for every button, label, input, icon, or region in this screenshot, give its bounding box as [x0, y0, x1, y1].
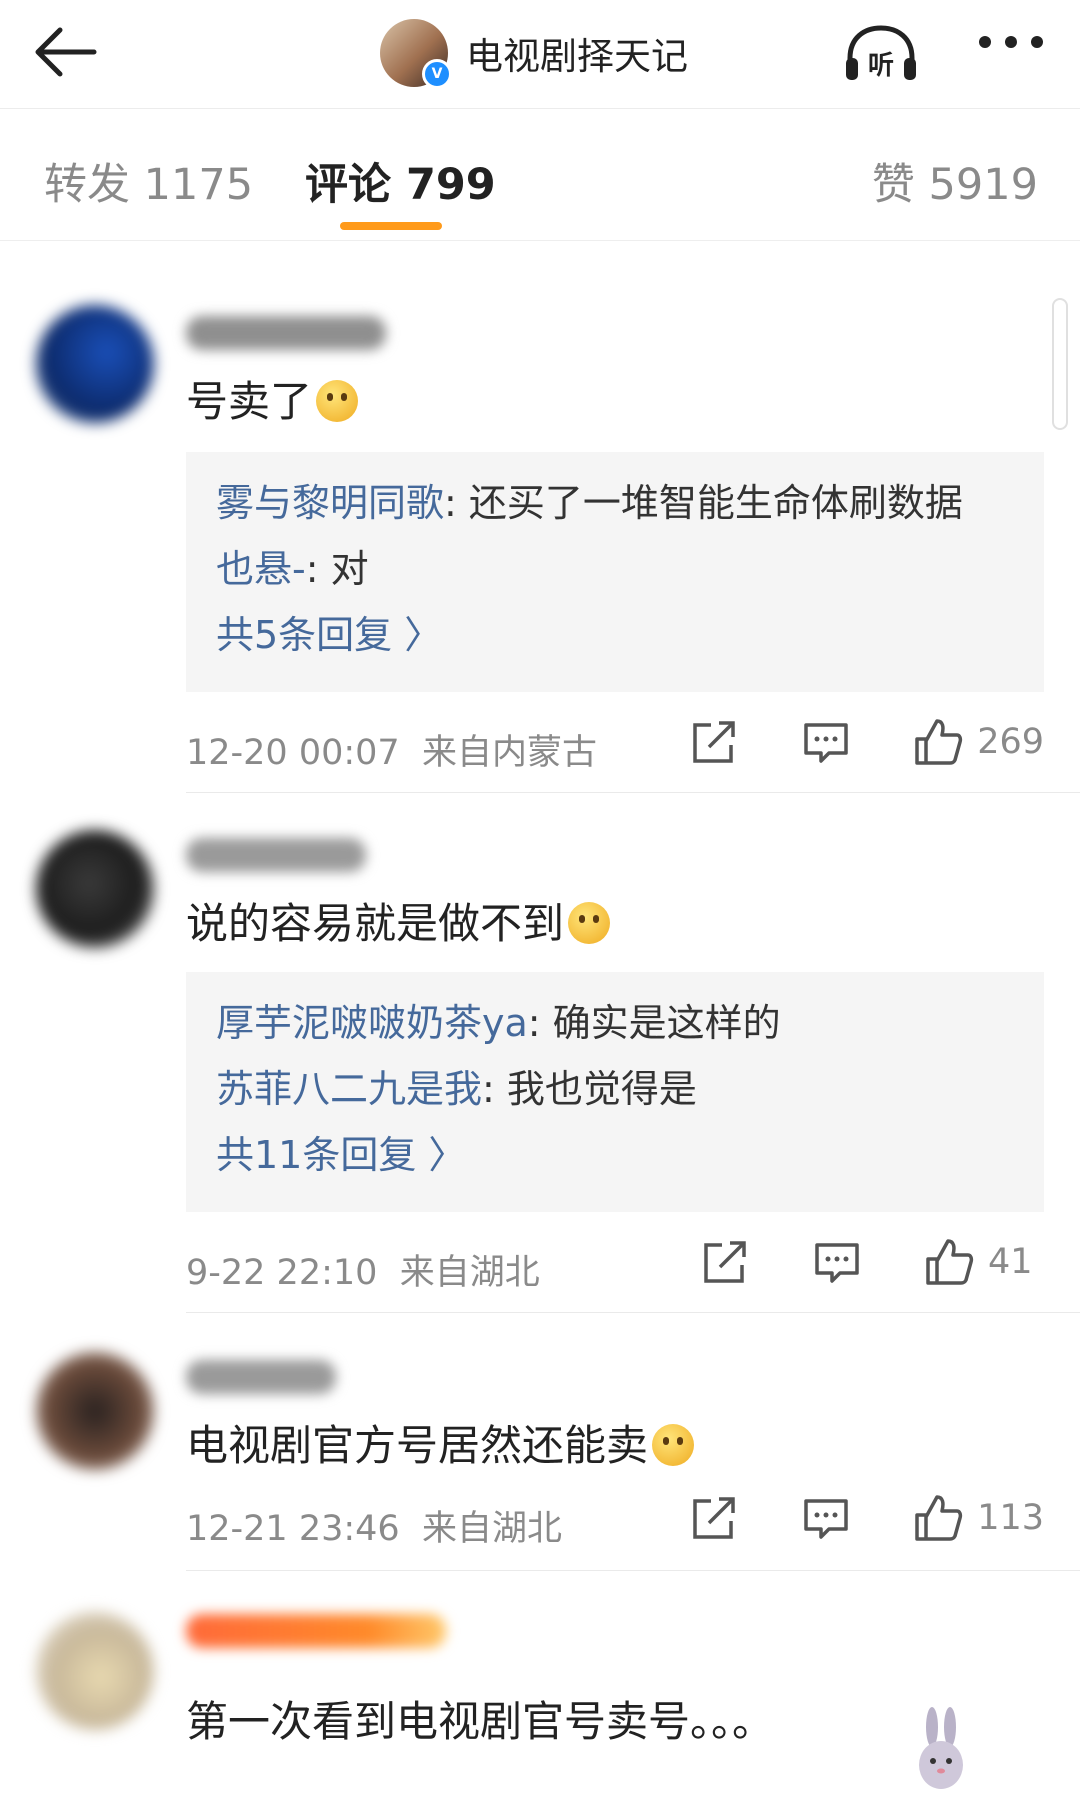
reply-username[interactable]: 雾与黎明同歌: [216, 481, 444, 525]
comment-actions: 269: [627, 717, 1044, 767]
comment-text: 第一次看到电视剧官号卖号。。。: [186, 1697, 775, 1746]
reply-line: 苏菲八二九是我: 我也觉得是: [216, 1067, 697, 1111]
more-dots-icon[interactable]: [975, 32, 1047, 52]
headphones-listen-icon[interactable]: 听: [842, 24, 920, 84]
scrollbar[interactable]: [1052, 298, 1068, 430]
emoji-icon: [316, 380, 359, 422]
active-tab-indicator: [340, 222, 442, 230]
crying-emoji-icon: [568, 902, 611, 944]
comment-location: 来自湖北: [421, 1509, 562, 1549]
listen-label: 听: [868, 51, 894, 81]
username-blurred[interactable]: [186, 316, 386, 350]
like-count: 41: [988, 1242, 1033, 1282]
top-bar: V 电视剧择天记 听: [0, 0, 1080, 109]
comment-text: 号卖了: [186, 368, 359, 429]
comment-actions: 41: [638, 1237, 1044, 1287]
avatar[interactable]: [36, 1352, 154, 1470]
avatar[interactable]: [36, 830, 154, 948]
comment-time: 9-22 22:10: [186, 1253, 378, 1293]
username-blurred[interactable]: [186, 1360, 336, 1394]
comment-icon[interactable]: [812, 1237, 862, 1287]
comment-location: 来自内蒙古: [421, 733, 597, 773]
account-header[interactable]: V 电视剧择天记: [380, 10, 688, 96]
reply-username[interactable]: 也悬-: [216, 547, 306, 591]
comment-meta: 12-21 23:46 来自湖北: [186, 1500, 562, 1551]
divider: [186, 1312, 1080, 1313]
bunny-sticker-icon: [919, 1707, 963, 1789]
comment-text: 说的容易就是做不到: [186, 890, 611, 951]
like-count: 113: [977, 1498, 1044, 1538]
divider: [186, 792, 1080, 793]
tab-bar: 转发 1175 评论 799 赞 5919: [0, 110, 1080, 241]
comment-time: 12-21 23:46: [186, 1509, 400, 1549]
comment-meta: 12-20 00:07 来自内蒙古: [186, 724, 597, 775]
account-name[interactable]: 电视剧择天记: [466, 26, 688, 80]
back-arrow-icon[interactable]: [30, 22, 102, 82]
comment-actions: 113: [627, 1493, 1044, 1543]
comment-location: 来自湖北: [399, 1253, 540, 1293]
reply-preview[interactable]: 雾与黎明同歌: 还买了一堆智能生命体刷数据 也悬-: 对 共5条回复 〉: [186, 452, 1044, 692]
like-thumb-icon[interactable]: [913, 1493, 963, 1543]
verified-badge-icon: V: [422, 59, 452, 89]
like-thumb-icon[interactable]: [924, 1237, 974, 1287]
like-thumb-icon[interactable]: [913, 717, 963, 767]
reply-line: 也悬-: 对: [216, 547, 369, 591]
tab-comments[interactable]: 评论 799: [305, 150, 496, 212]
view-replies-link[interactable]: 共5条回复 〉: [216, 604, 1044, 670]
reply-username[interactable]: 厚芋泥啵啵奶茶ya: [216, 1001, 528, 1045]
comment-time: 12-20 00:07: [186, 733, 400, 773]
comment-icon[interactable]: [801, 717, 851, 767]
username-blurred[interactable]: [186, 838, 366, 872]
avatar[interactable]: [36, 1612, 154, 1730]
avatar[interactable]: [36, 305, 154, 423]
reply-line: 厚芋泥啵啵奶茶ya: 确实是这样的: [216, 1001, 781, 1045]
view-replies-link[interactable]: 共11条回复 〉: [216, 1124, 1044, 1190]
reply-line: 雾与黎明同歌: 还买了一堆智能生命体刷数据: [216, 481, 963, 525]
comment-text: 电视剧官方号居然还能卖: [186, 1412, 695, 1473]
tab-reposts[interactable]: 转发 1175: [44, 150, 253, 212]
share-icon[interactable]: [689, 717, 739, 767]
comment-meta: 9-22 22:10 来自湖北: [186, 1244, 540, 1295]
reply-preview[interactable]: 厚芋泥啵啵奶茶ya: 确实是这样的 苏菲八二九是我: 我也觉得是 共11条回复 …: [186, 972, 1044, 1212]
divider: [186, 1570, 1080, 1571]
shocked-emoji-icon: [652, 1424, 695, 1466]
like-count: 269: [977, 722, 1044, 762]
tab-likes[interactable]: 赞 5919: [872, 150, 1038, 212]
comment-icon[interactable]: [801, 1493, 851, 1543]
share-icon[interactable]: [700, 1237, 750, 1287]
share-icon[interactable]: [689, 1493, 739, 1543]
account-avatar[interactable]: V: [380, 19, 452, 89]
reply-username[interactable]: 苏菲八二九是我: [216, 1067, 482, 1111]
username-blurred[interactable]: [186, 1614, 446, 1648]
